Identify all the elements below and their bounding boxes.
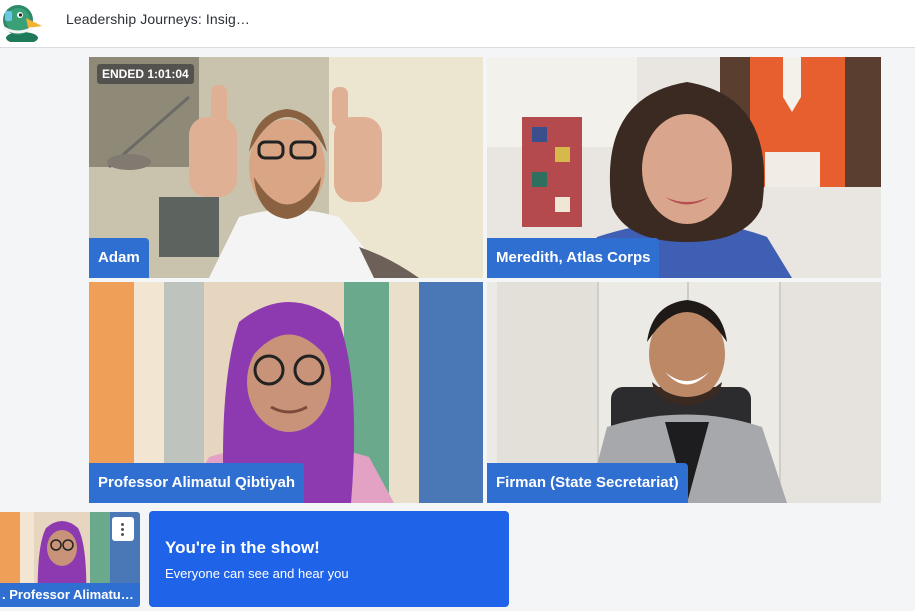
participant-name-label: Professor Alimatul Qibtiyah (89, 463, 304, 503)
participant-tile-meredith[interactable]: Meredith, Atlas Corps (487, 57, 881, 278)
participant-tile-alimatul[interactable]: Professor Alimatul Qibtiyah (89, 282, 483, 503)
page-title: Leadership Journeys: Insig… (66, 11, 251, 27)
notification-subtitle: Everyone can see and hear you (165, 566, 349, 581)
participant-name-label: Meredith, Atlas Corps (487, 238, 660, 278)
duck-logo-icon[interactable] (0, 2, 44, 42)
participant-name-label: Adam (89, 238, 149, 278)
top-bar: Leadership Journeys: Insig… (0, 0, 915, 48)
recording-status-badge: ENDED 1:01:04 (97, 64, 194, 84)
self-view-name-label: . Professor Alimatu… (0, 583, 140, 607)
notification-title: You're in the show! (165, 538, 320, 557)
in-show-notification: You're in the show! Everyone can see and… (149, 511, 509, 607)
video-grid: ENDED 1:01:04 Adam Meredith, Atlas Corps (89, 57, 881, 503)
participant-name-label: Firman (State Secretariat) (487, 463, 688, 503)
participant-tile-adam[interactable]: ENDED 1:01:04 Adam (89, 57, 483, 278)
self-view-tile[interactable]: . Professor Alimatu… (0, 512, 140, 607)
participant-tile-firman[interactable]: Firman (State Secretariat) (487, 282, 881, 503)
kebab-menu-icon[interactable] (112, 517, 134, 541)
